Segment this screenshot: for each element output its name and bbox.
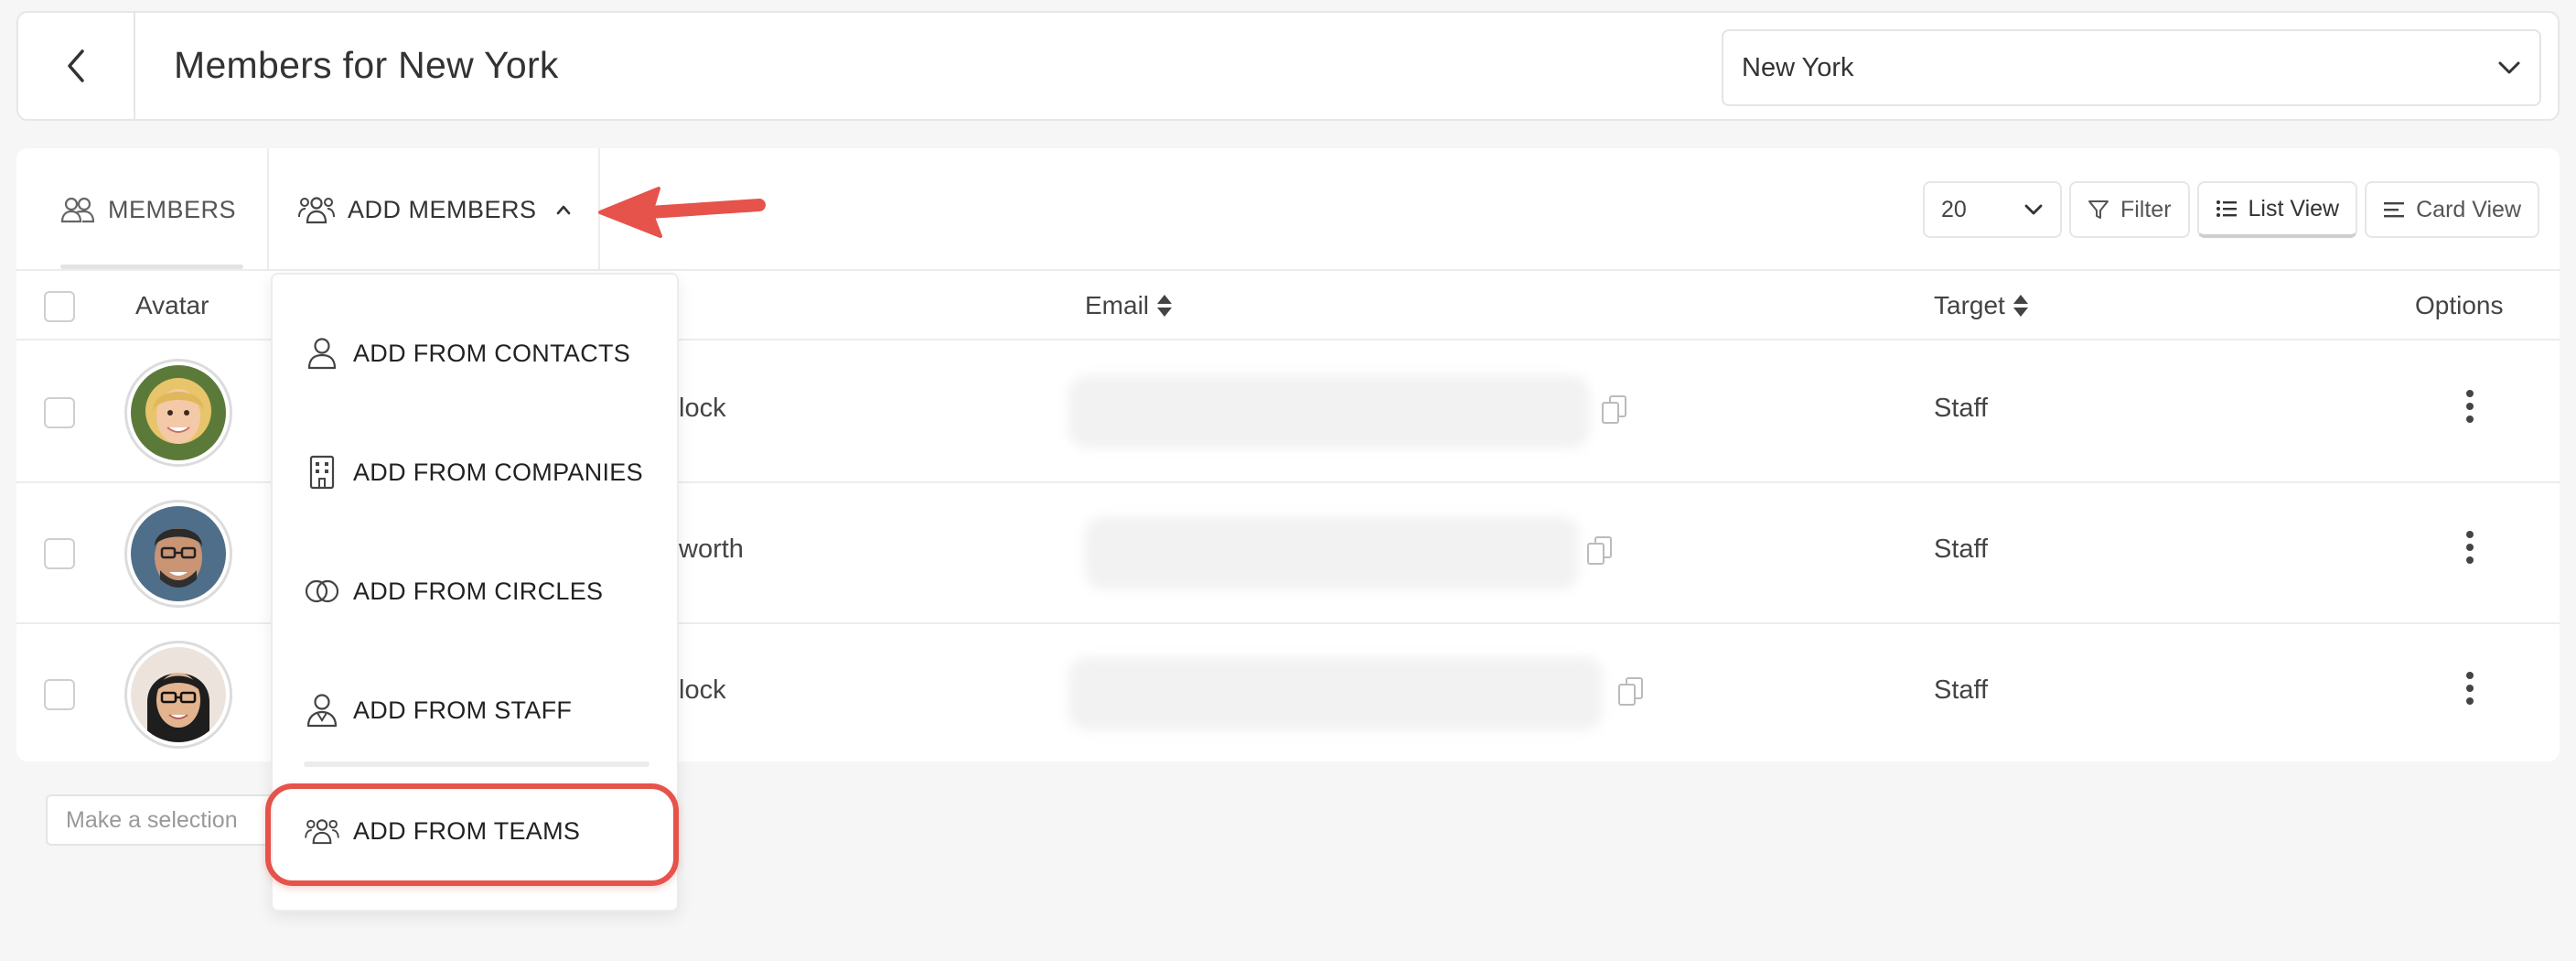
options-menu-icon[interactable] <box>2464 388 2475 425</box>
back-button[interactable] <box>18 13 135 119</box>
card-view-label: Card View <box>2416 196 2521 222</box>
menu-item-add-from-staff[interactable]: ADD FROM STAFF <box>273 664 681 756</box>
annotation-arrow <box>595 179 768 243</box>
menu-item-add-from-teams[interactable]: ADD FROM TEAMS <box>273 785 681 877</box>
avatar <box>124 359 232 467</box>
column-email[interactable]: Email <box>1085 291 1173 320</box>
select-all-checkbox[interactable] <box>44 291 75 322</box>
member-name: worth <box>679 534 744 564</box>
email-redacted <box>1085 516 1579 589</box>
menu-item-add-from-contacts[interactable]: ADD FROM CONTACTS <box>273 308 681 399</box>
bulk-action-select[interactable]: Make a selection <box>46 794 284 846</box>
tab-add-members[interactable]: ADD MEMBERS <box>267 148 600 271</box>
filter-button[interactable]: Filter <box>2068 181 2190 238</box>
sort-icon <box>2012 293 2029 319</box>
column-email-label: Email <box>1085 291 1150 319</box>
email-redacted <box>1068 375 1590 448</box>
add-members-dropdown: ADD FROM CONTACTS ADD FROM COMPANIES ADD… <box>271 273 679 912</box>
member-target: Staff <box>1934 534 1989 564</box>
row-checkbox[interactable] <box>44 679 75 710</box>
copy-icon[interactable] <box>1615 675 1647 708</box>
page-title: Members for New York <box>174 44 559 86</box>
tab-members[interactable]: MEMBERS <box>60 148 244 271</box>
filter-icon <box>2088 199 2109 221</box>
person-icon <box>304 337 340 370</box>
avatar <box>124 500 232 608</box>
card-view-icon <box>2383 200 2405 220</box>
list-view-button[interactable]: List View <box>2196 181 2358 238</box>
column-target-label: Target <box>1934 291 2005 319</box>
chevron-down-icon <box>2497 60 2521 75</box>
page-size-select[interactable]: 20 <box>1922 181 2062 238</box>
column-target[interactable]: Target <box>1934 291 2029 320</box>
member-name: lock <box>679 394 726 423</box>
chevron-down-icon <box>2023 203 2044 216</box>
options-menu-icon[interactable] <box>2464 529 2475 566</box>
tab-members-label: MEMBERS <box>108 195 237 223</box>
menu-item-add-from-companies[interactable]: ADD FROM COMPANIES <box>273 427 681 518</box>
menu-item-label: ADD FROM COMPANIES <box>353 458 643 486</box>
users-icon <box>60 196 95 223</box>
options-menu-icon[interactable] <box>2464 670 2475 707</box>
page-header: Members for New York New York <box>16 11 2560 121</box>
member-name: lock <box>679 675 726 705</box>
member-target: Staff <box>1934 394 1989 423</box>
menu-item-label: ADD FROM TEAMS <box>353 816 581 845</box>
page-size-value: 20 <box>1940 196 1967 222</box>
member-target: Staff <box>1934 675 1989 705</box>
location-select-value: New York <box>1742 52 1854 82</box>
row-checkbox[interactable] <box>44 538 75 569</box>
team-icon <box>298 195 335 224</box>
avatar <box>124 641 232 749</box>
staff-icon <box>304 693 340 728</box>
menu-divider <box>304 761 649 767</box>
chevron-up-icon <box>555 204 572 215</box>
team-icon <box>304 817 340 845</box>
view-controls: 20 Filter List View Card View <box>1922 181 2539 238</box>
copy-icon[interactable] <box>1599 394 1630 427</box>
row-checkbox[interactable] <box>44 397 75 428</box>
menu-item-label: ADD FROM STAFF <box>353 696 573 724</box>
toolbar: MEMBERS ADD MEMBERS 20 Filter List View … <box>16 148 2560 271</box>
filter-label: Filter <box>2120 196 2172 222</box>
menu-item-label: ADD FROM CIRCLES <box>353 577 604 605</box>
circles-icon <box>304 577 340 606</box>
menu-item-add-from-circles[interactable]: ADD FROM CIRCLES <box>273 545 681 637</box>
chevron-left-icon <box>62 48 90 84</box>
building-icon <box>304 455 340 490</box>
list-icon <box>2216 199 2238 219</box>
card-view-button[interactable]: Card View <box>2365 181 2539 238</box>
sort-icon <box>1156 293 1173 319</box>
copy-icon[interactable] <box>1584 534 1615 567</box>
tab-add-members-label: ADD MEMBERS <box>348 195 537 223</box>
location-select[interactable]: New York <box>1722 29 2541 106</box>
list-view-label: List View <box>2248 195 2340 221</box>
email-redacted <box>1068 657 1603 730</box>
column-options: Options <box>2415 291 2504 319</box>
bulk-action-placeholder: Make a selection <box>66 806 238 833</box>
menu-item-label: ADD FROM CONTACTS <box>353 339 631 367</box>
column-avatar: Avatar <box>135 291 209 319</box>
